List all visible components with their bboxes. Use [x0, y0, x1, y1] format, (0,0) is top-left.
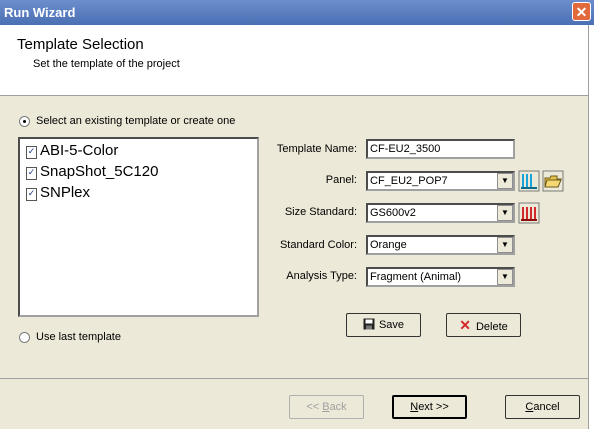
template-name: SnapShot_5C120: [40, 163, 159, 180]
template-name: ABI-5-Color: [40, 142, 119, 159]
page-subtitle: Set the template of the project: [33, 58, 180, 70]
back-prefix: <<: [306, 401, 323, 413]
standard-color-value: Orange: [370, 239, 407, 251]
last-template-radio[interactable]: [19, 332, 30, 343]
save-label: Save: [378, 319, 405, 331]
next-button[interactable]: Next >>: [392, 395, 467, 419]
existing-template-label[interactable]: Select an existing template or create on…: [36, 115, 235, 127]
size-standard-chart-icon: [518, 202, 540, 224]
analysis-type-value: Fragment (Animal): [370, 271, 462, 283]
close-icon: ✕: [575, 4, 588, 20]
analysis-type-label: Analysis Type:: [286, 270, 357, 282]
title-bar: Run Wizard ✕: [0, 0, 594, 25]
panel-label: Panel:: [325, 174, 357, 186]
list-item[interactable]: ✓ SnapShot_5C120: [26, 163, 158, 183]
next-suffix: ext >>: [418, 401, 449, 413]
delete-x-icon: ✕: [459, 317, 471, 333]
panel-chart-icon: [518, 170, 540, 192]
standard-color-select[interactable]: Orange ▼: [366, 235, 515, 255]
window-edge: [588, 25, 594, 429]
template-list[interactable]: ✓ ABI-5-Color ✓ SnapShot_5C120 ✓ SNPlex: [18, 137, 259, 317]
size-standard-value: GS600v2: [370, 207, 416, 219]
next-mnemonic: N: [410, 401, 419, 413]
last-template-label[interactable]: Use last template: [36, 331, 121, 343]
standard-color-label: Standard Color:: [279, 239, 357, 251]
cancel-button[interactable]: Cancel: [505, 395, 580, 419]
template-name-label: Template Name:: [276, 143, 357, 155]
template-name: SNPlex: [40, 184, 91, 201]
back-mnemonic: B: [322, 401, 330, 413]
cancel-suffix: ancel: [533, 401, 560, 413]
size-standard-manager-button[interactable]: [518, 202, 540, 224]
chevron-down-icon[interactable]: ▼: [497, 205, 513, 221]
chevron-down-icon[interactable]: ▼: [497, 237, 513, 253]
delete-label: Delete: [475, 321, 508, 333]
panel-value: CF_EU2_POP7: [370, 175, 448, 187]
existing-template-radio[interactable]: [19, 116, 30, 127]
window-title: Run Wizard: [4, 5, 76, 20]
size-standard-select[interactable]: GS600v2 ▼: [366, 203, 515, 223]
back-suffix: ack: [329, 401, 347, 413]
list-item[interactable]: ✓ ABI-5-Color: [26, 142, 118, 162]
save-disk-icon: [363, 318, 375, 330]
separator: [0, 378, 588, 379]
panel-manager-button[interactable]: [518, 170, 540, 192]
template-name-input[interactable]: CF-EU2_3500: [366, 139, 515, 159]
open-folder-icon: [542, 170, 564, 192]
analysis-type-select[interactable]: Fragment (Animal) ▼: [366, 267, 515, 287]
panel-select[interactable]: CF_EU2_POP7 ▼: [366, 171, 515, 191]
back-button[interactable]: << Back: [289, 395, 364, 419]
checkbox-icon: ✓: [26, 167, 37, 180]
open-folder-button[interactable]: [542, 170, 564, 192]
wizard-header: Template Selection Set the template of t…: [0, 25, 588, 96]
list-item[interactable]: ✓ SNPlex: [26, 184, 90, 204]
save-button[interactable]: Save: [346, 313, 421, 337]
checkbox-icon: ✓: [26, 146, 37, 159]
checkbox-icon: ✓: [26, 188, 37, 201]
page-title: Template Selection: [17, 36, 144, 53]
delete-button[interactable]: ✕ Delete: [446, 313, 521, 337]
chevron-down-icon[interactable]: ▼: [497, 173, 513, 189]
size-standard-label: Size Standard:: [284, 206, 357, 218]
chevron-down-icon[interactable]: ▼: [497, 269, 513, 285]
close-button[interactable]: ✕: [572, 2, 591, 21]
